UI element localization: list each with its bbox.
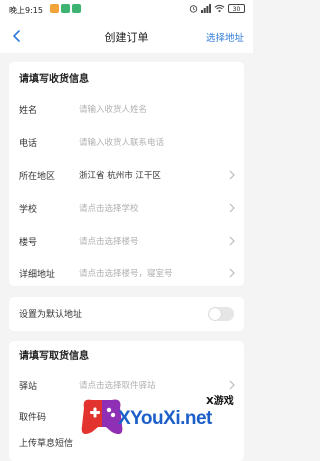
building-row[interactable]: 楼号 请点击选择楼号 bbox=[9, 230, 244, 252]
pickup-section-title: 请填写取货信息 bbox=[19, 351, 89, 362]
default-address-label: 设置为默认地址 bbox=[19, 310, 83, 320]
receive-info-card: 请填写收货信息 姓名 请输入收货人姓名 电话 请输入收货人联系电话 所在地区 浙… bbox=[9, 62, 244, 286]
receive-section-title: 请填写收货信息 bbox=[19, 74, 89, 85]
select-address-button[interactable]: 选择地址 bbox=[206, 30, 244, 44]
app-notification-icon bbox=[50, 4, 59, 13]
station-label: 驿站 bbox=[19, 382, 38, 392]
name-row[interactable]: 姓名 请输入收货人姓名 bbox=[9, 98, 244, 120]
region-row[interactable]: 所在地区 浙江省 杭州市 江干区 bbox=[9, 164, 244, 186]
chevron-right-icon bbox=[229, 203, 235, 213]
address-select[interactable]: 请点击选择楼号，寝室号 bbox=[79, 267, 173, 279]
phone-label: 电话 bbox=[19, 139, 38, 149]
chevron-right-icon bbox=[229, 268, 235, 278]
phone-row[interactable]: 电话 请输入收货人联系电话 bbox=[9, 131, 244, 153]
wechat-icon bbox=[61, 4, 70, 13]
default-address-card: 设置为默认地址 bbox=[9, 297, 244, 331]
chevron-right-icon bbox=[229, 170, 235, 180]
building-label: 楼号 bbox=[19, 238, 38, 248]
phone-input[interactable]: 请输入收货人联系电话 bbox=[79, 136, 164, 148]
default-address-toggle[interactable] bbox=[208, 307, 234, 321]
toggle-knob bbox=[209, 308, 221, 320]
name-input[interactable]: 请输入收货人姓名 bbox=[79, 103, 147, 115]
nav-bar: 创建订单 选择地址 bbox=[0, 20, 253, 53]
address-row[interactable]: 详细地址 请点击选择楼号，寝室号 bbox=[9, 262, 244, 284]
code-label: 取件码 bbox=[19, 413, 47, 423]
school-select[interactable]: 请点击选择学校 bbox=[79, 202, 139, 214]
chevron-right-icon bbox=[229, 236, 235, 246]
watermark: X游戏 XYouXi.net bbox=[78, 392, 248, 444]
status-right: 30 bbox=[189, 4, 245, 13]
signal-icon bbox=[201, 4, 211, 13]
wifi-icon bbox=[214, 4, 225, 13]
watermark-site: XYouXi.net bbox=[118, 408, 212, 429]
status-app-icons bbox=[50, 4, 81, 13]
alarm-icon bbox=[189, 5, 198, 13]
school-row[interactable]: 学校 请点击选择学校 bbox=[9, 197, 244, 219]
upload-label: 上传草息短信 bbox=[19, 439, 74, 449]
school-label: 学校 bbox=[19, 205, 38, 215]
status-time: 晚上9:15 bbox=[9, 6, 43, 15]
region-label: 所在地区 bbox=[19, 172, 56, 182]
region-value[interactable]: 浙江省 杭州市 江干区 bbox=[79, 169, 161, 181]
building-select[interactable]: 请点击选择楼号 bbox=[79, 235, 139, 247]
message-icon bbox=[72, 4, 81, 13]
address-label: 详细地址 bbox=[19, 270, 56, 280]
chevron-right-icon bbox=[229, 380, 235, 390]
watermark-tag: X游戏 bbox=[206, 396, 234, 407]
station-select[interactable]: 请点击选择取件驿站 bbox=[79, 379, 156, 391]
status-bar: 晚上9:15 30 bbox=[0, 0, 253, 20]
name-label: 姓名 bbox=[19, 106, 38, 116]
battery-icon: 30 bbox=[228, 4, 245, 13]
